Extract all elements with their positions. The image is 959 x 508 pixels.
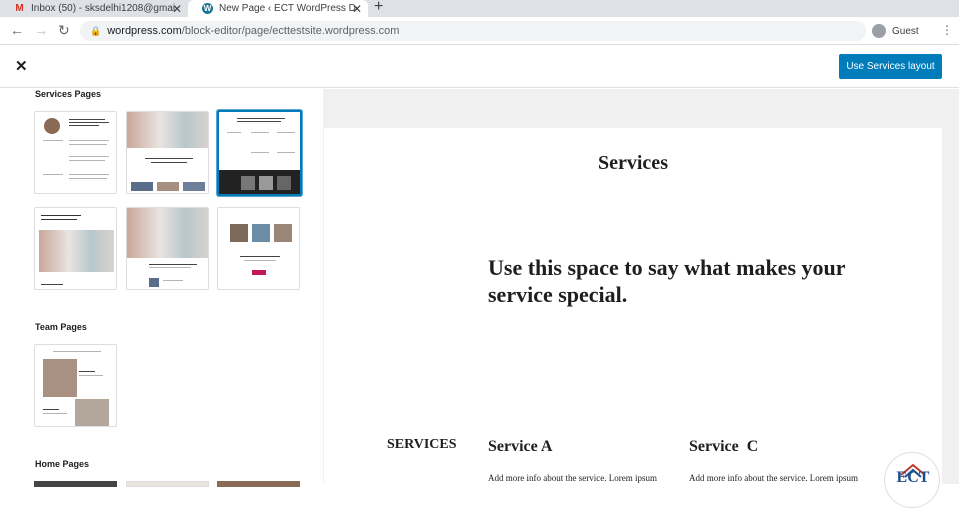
tab-title: Inbox (50) - sksdelhi1208@gmail [31,3,175,14]
layout-thumb-services-4[interactable] [34,207,117,290]
gmail-icon: M [15,3,24,14]
avatar [44,118,60,134]
close-icon[interactable]: ✕ [15,57,28,75]
url-host: wordpress.com [107,25,182,37]
browser-toolbar: ← → ↻ 🔒 wordpress.com/block-editor/page/… [0,17,959,45]
section-title-home: Home Pages [35,459,90,469]
hero-image [127,112,208,148]
layout-thumb-services-5[interactable] [126,207,209,290]
back-icon[interactable]: ← [10,22,24,38]
logo-text: ECT [896,469,930,486]
layout-thumb-team-1[interactable] [34,344,117,427]
layout-thumb-services-6[interactable] [217,207,300,290]
preview-service-c-body: Add more info about the service. Lorem i… [689,473,858,483]
layout-thumb-home-2[interactable] [126,481,209,487]
preview-service-a-body: Add more info about the service. Lorem i… [488,473,657,483]
preview-service-a: Service A [488,438,553,455]
preview-headline: Use this space to say what makes your se… [488,255,846,307]
browser-tab-strip: M Inbox (50) - sksdelhi1208@gmail ✕ W Ne… [0,0,959,17]
tab-title: New Page ‹ ECT WordPress Dem [219,3,357,14]
layout-thumb-services-2[interactable] [126,111,209,194]
layout-thumb-home-1[interactable] [34,481,117,487]
lock-icon: 🔒 [90,25,102,36]
layout-modal-header: ✕ Use Services layout [0,46,959,88]
forward-icon[interactable]: → [34,22,48,38]
ect-logo: ECT [884,452,940,508]
profile-label: Guest [892,25,919,37]
url-path: /block-editor/page/ecttestsite.wordpress… [181,25,400,37]
close-tab-icon[interactable]: ✕ [172,2,182,16]
dark-band [219,170,300,194]
tab-wordpress[interactable]: W New Page ‹ ECT WordPress Dem ✕ [188,0,368,17]
address-bar[interactable]: 🔒 wordpress.com/block-editor/page/ecttes… [80,21,866,41]
preview-service-c: Service C [689,438,759,455]
reload-icon[interactable]: ↻ [58,22,70,39]
preview-page-title: Services [598,152,668,174]
new-tab-icon[interactable]: + [374,0,383,16]
layout-thumb-services-3-selected[interactable] [217,110,302,196]
profile-button[interactable]: Guest [872,21,919,41]
tab-gmail[interactable]: M Inbox (50) - sksdelhi1208@gmail ✕ [0,0,188,17]
section-title-services: Services Pages [35,89,102,99]
close-tab-icon[interactable]: ✕ [352,2,362,16]
layout-preview-page: Services Use this space to say what make… [324,128,942,484]
layout-thumb-home-3[interactable] [217,481,300,487]
avatar-icon [872,24,886,38]
section-title-team: Team Pages [35,322,87,332]
use-layout-button[interactable]: Use Services layout [839,54,942,79]
more-menu-icon[interactable]: ⋮ [941,23,953,37]
layout-thumb-services-1[interactable] [34,111,117,194]
wordpress-icon: W [202,3,213,14]
layout-sidebar: Services Pages Team Pages Home Pages [0,89,323,487]
preview-section-label: SERVICES [387,437,457,452]
